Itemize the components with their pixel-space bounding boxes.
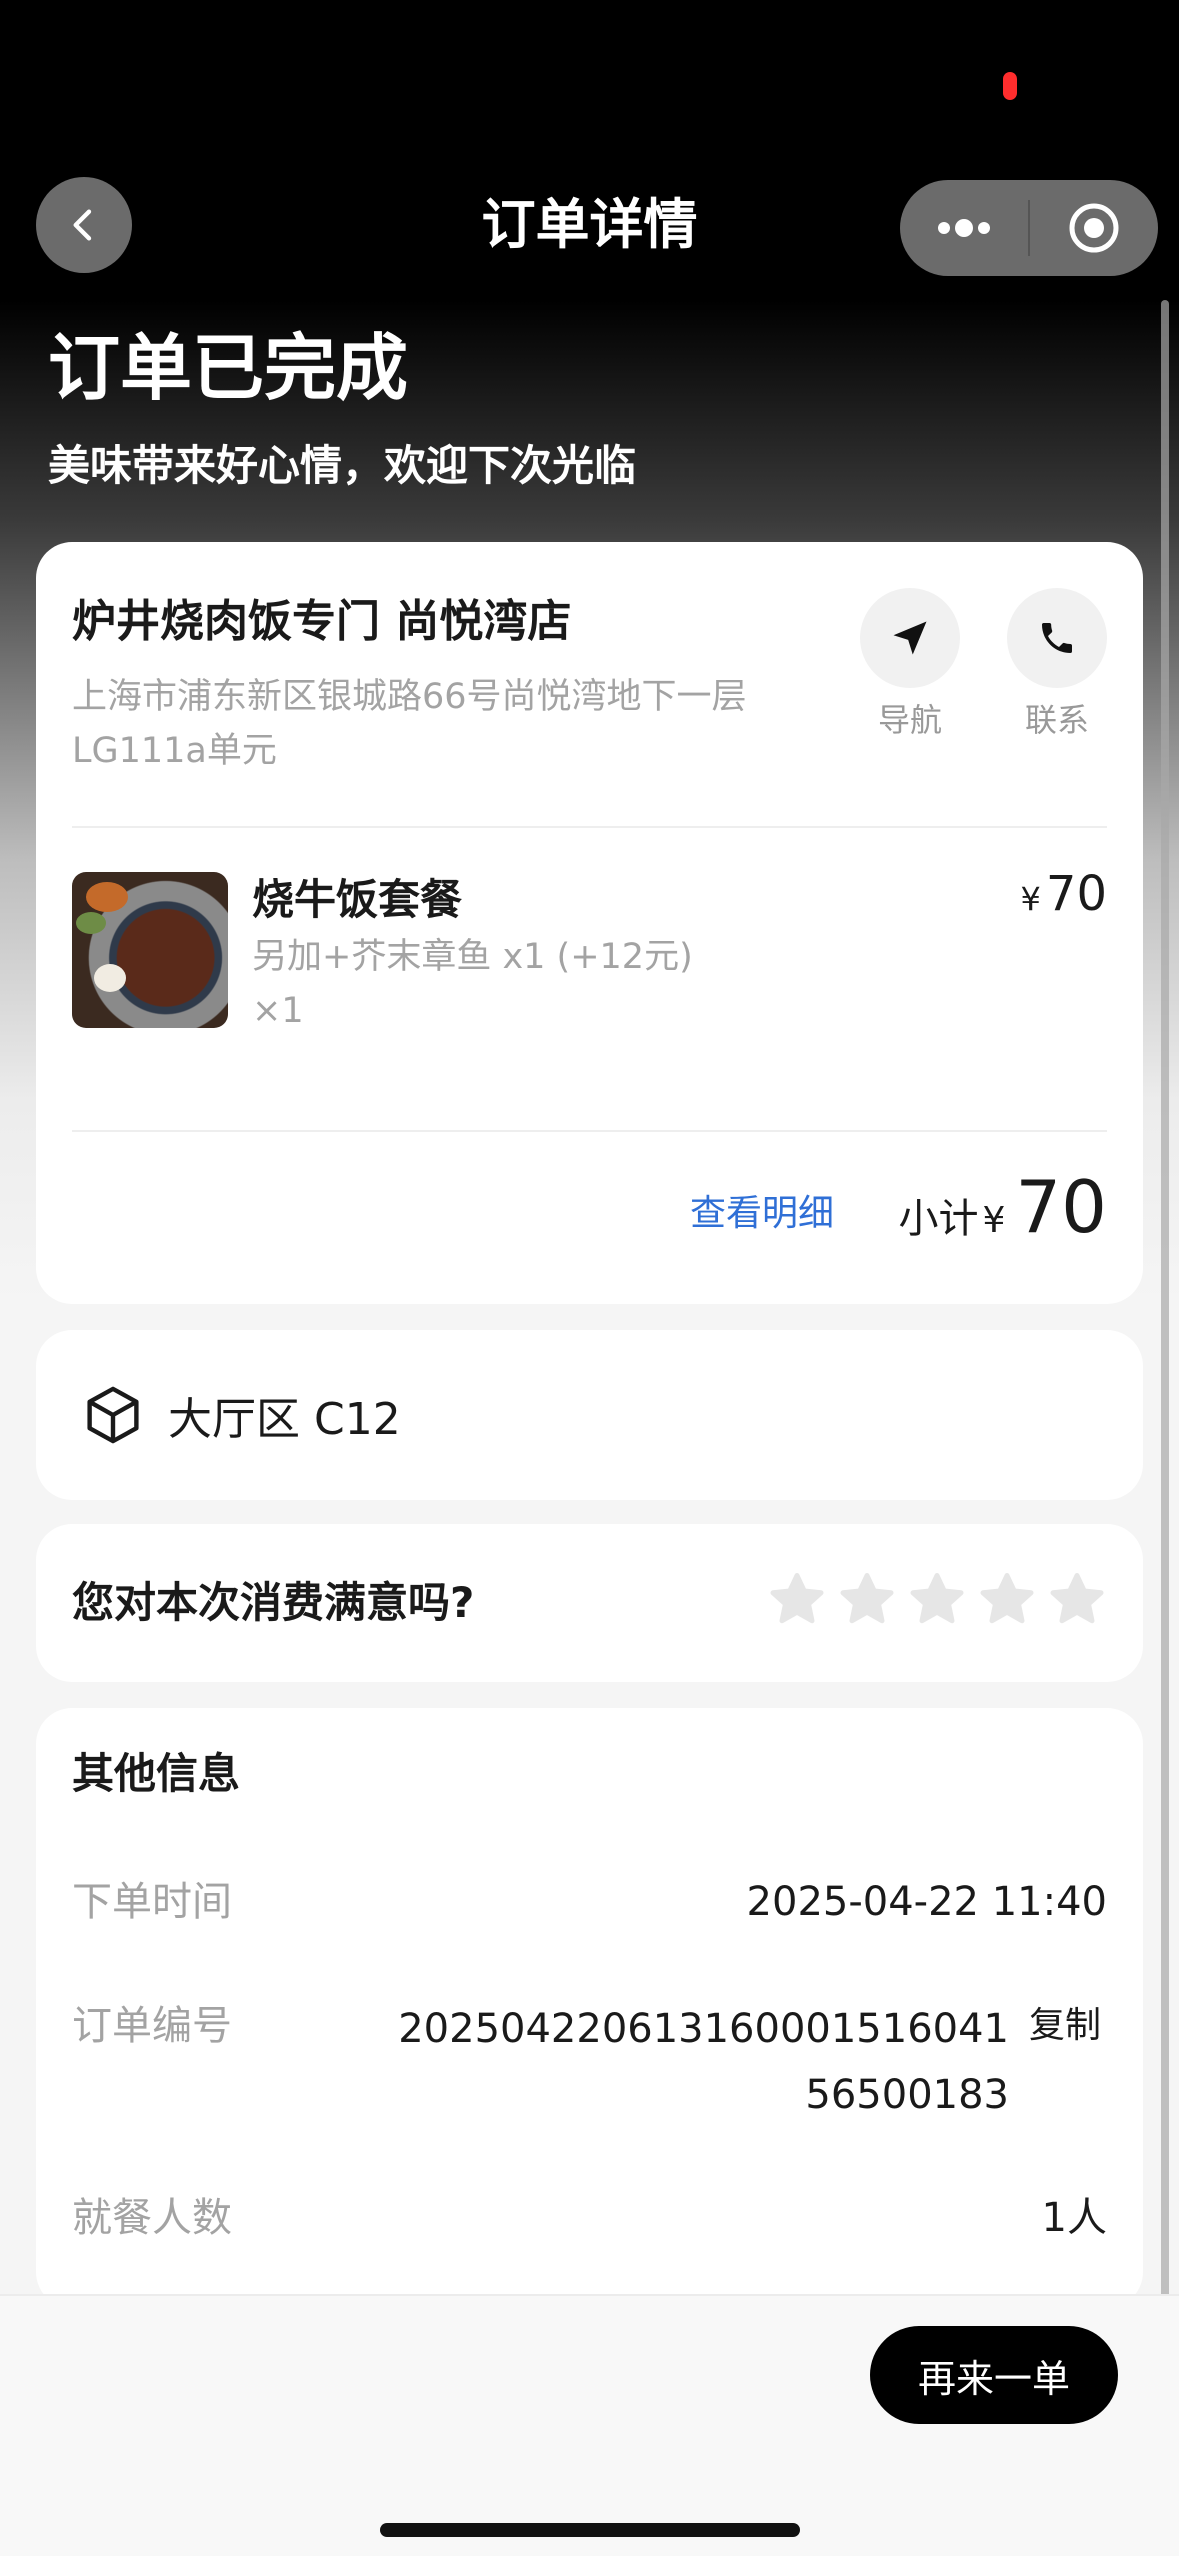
dish-image: [72, 872, 228, 1028]
close-mini-program-button[interactable]: [1030, 180, 1158, 276]
navigate-button[interactable]: 导航: [860, 588, 960, 740]
rating-card: 您对本次消费满意吗?: [36, 1524, 1143, 1682]
order-status-title: 订单已完成: [48, 326, 409, 410]
contact-icon-wrap: [1007, 588, 1107, 688]
copy-order-no-button[interactable]: 复制: [1029, 1996, 1101, 2056]
subtotal-value: 70: [1015, 1165, 1107, 1249]
scrollbar[interactable]: [1161, 300, 1169, 2350]
order-status-subtitle: 美味带来好心情，欢迎下次光临: [48, 441, 637, 490]
order-time-label: 下单时间: [72, 1879, 232, 1925]
table-card: 大厅区 C12: [36, 1330, 1143, 1500]
more-dots-icon: [938, 219, 990, 237]
store-name: 炉井烧肉饭专门 尚悦湾店: [72, 596, 572, 647]
other-info-title: 其他信息: [72, 1749, 241, 1798]
dish-price-currency: ¥: [1020, 880, 1041, 918]
mini-program-capsule: [900, 180, 1158, 276]
dish-name: 烧牛饭套餐: [252, 875, 463, 924]
diners-label: 就餐人数: [72, 2195, 232, 2241]
card-divider: [72, 1130, 1107, 1132]
rating-question: 您对本次消费满意吗?: [72, 1578, 475, 1627]
navigate-icon-wrap: [860, 588, 960, 688]
contact-button[interactable]: 联系: [1007, 588, 1107, 740]
dish-price-value: 70: [1045, 866, 1107, 922]
order-no-value: 20250422061316000151604156500183: [398, 2006, 1009, 2118]
store-address: 上海市浦东新区银城路66号尚悦湾地下一层LG111a单元: [72, 677, 747, 771]
dish-image-side: [76, 912, 106, 934]
rating-stars: [767, 1570, 1107, 1630]
home-indicator[interactable]: [380, 2523, 800, 2537]
order-time-value: 2025-04-22 11:40: [746, 1879, 1107, 1925]
order-no-label: 订单编号: [72, 2003, 232, 2049]
order-detail-page: 订单详情 订单已完成 美味带来好心情，欢迎下次光临 炉井烧肉饭专门 尚悦湾店 上…: [0, 0, 1179, 2556]
table-row: 大厅区 C12: [36, 1330, 1143, 1500]
dish-option: 另加+芥末章鱼 x1 (+12元): [252, 937, 693, 977]
dish-price: ¥ 70: [1020, 864, 1107, 935]
diners-value: 1人: [1041, 2195, 1107, 2241]
more-button[interactable]: [900, 180, 1028, 276]
dish-image-egg: [94, 964, 126, 992]
navigate-label: 导航: [877, 701, 942, 739]
star-1-icon[interactable]: [767, 1570, 827, 1630]
table-label: 大厅区 C12: [168, 1394, 401, 1445]
card-divider: [72, 826, 1107, 828]
star-4-icon[interactable]: [977, 1570, 1037, 1630]
star-3-icon[interactable]: [907, 1570, 967, 1630]
order-card: 炉井烧肉饭专门 尚悦湾店 上海市浦东新区银城路66号尚悦湾地下一层LG111a单…: [36, 542, 1143, 1304]
phone-icon: [1042, 623, 1072, 653]
box-icon: [87, 1386, 139, 1444]
subtotal: 小计 ¥ 70: [898, 1162, 1107, 1252]
view-detail-link[interactable]: 查看明细: [690, 1186, 834, 1242]
reorder-button[interactable]: 再来一单: [870, 2326, 1118, 2424]
target-close-icon: [1069, 203, 1119, 253]
bottom-action-bar: 再来一单: [0, 2294, 1179, 2556]
subtotal-currency: ¥: [982, 1200, 1006, 1241]
contact-label: 联系: [1024, 701, 1089, 739]
other-info-card: 其他信息 下单时间 2025-04-22 11:40 订单编号 20250422…: [36, 1708, 1143, 2308]
dish-image-sauce: [86, 882, 128, 912]
dish-quantity: ×1: [252, 991, 304, 1031]
star-2-icon[interactable]: [837, 1570, 897, 1630]
recording-indicator: [1003, 72, 1017, 100]
star-5-icon[interactable]: [1047, 1570, 1107, 1630]
subtotal-label: 小计: [898, 1196, 979, 1242]
navigation-arrow-icon: [893, 621, 927, 655]
